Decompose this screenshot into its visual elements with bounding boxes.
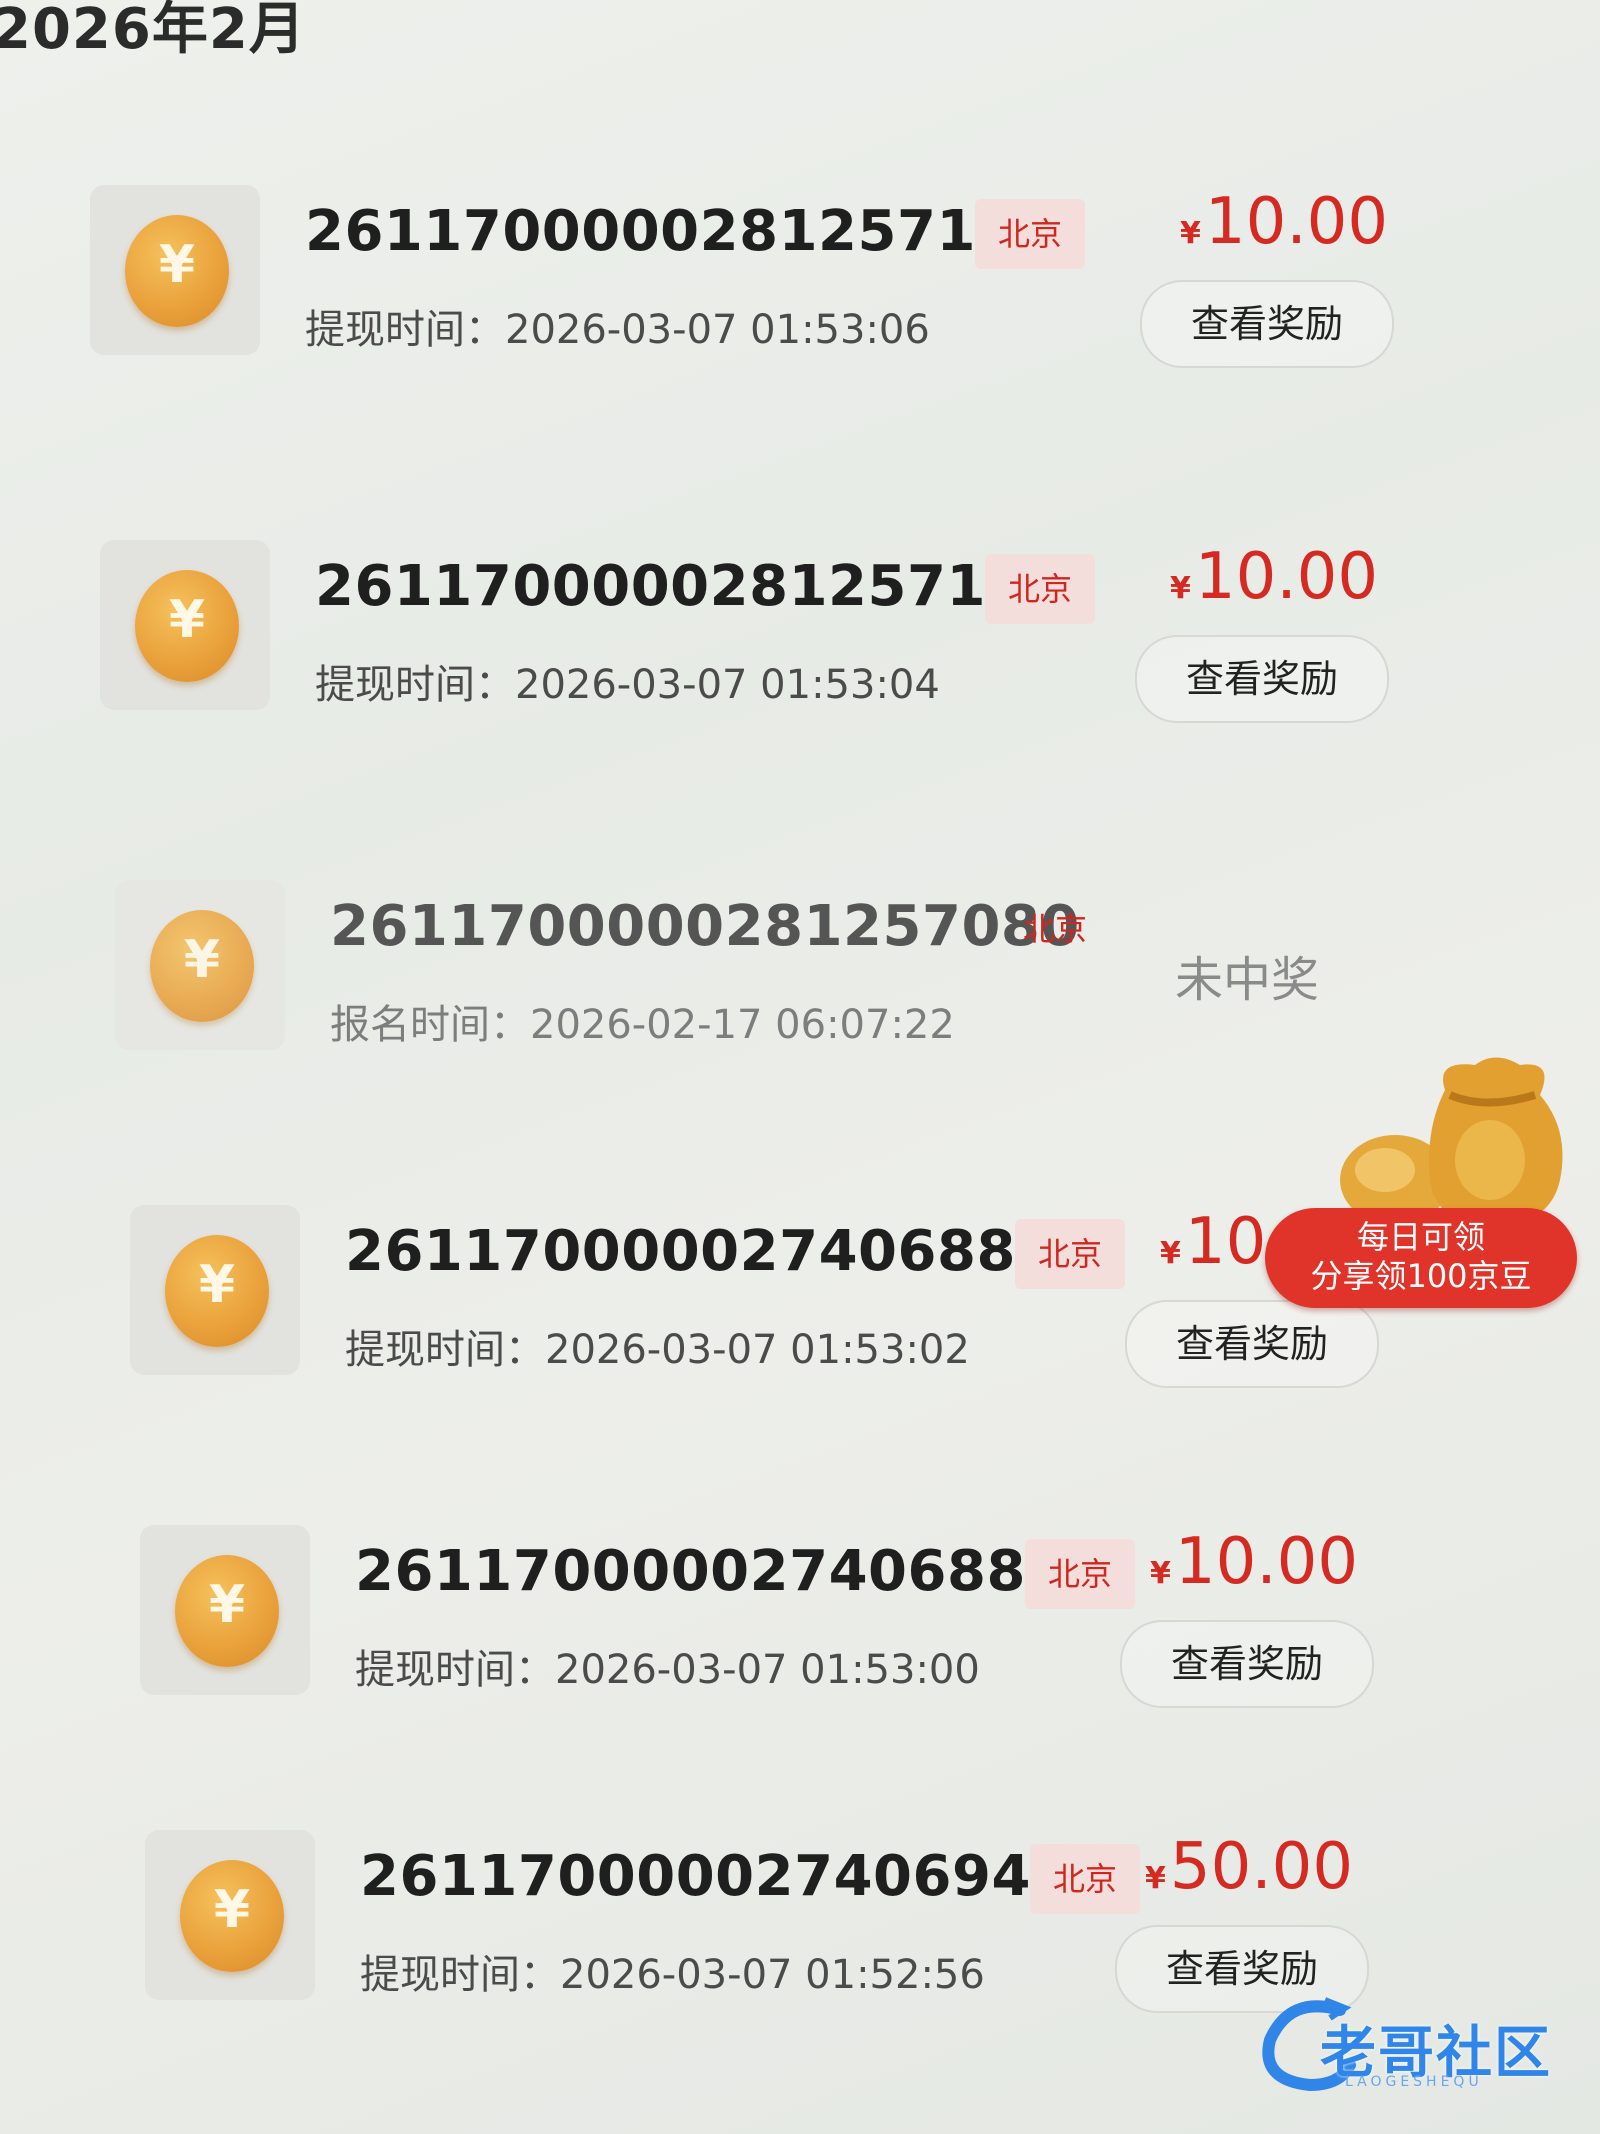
- city-tag: 北京: [1030, 1844, 1140, 1914]
- amount-value: 50.00: [1169, 1830, 1354, 1904]
- time-line: 报名时间：2026-02-17 06:07:22: [330, 992, 955, 1050]
- yuan-coin-icon: ¥: [150, 910, 254, 1022]
- order-id: 2611700000281257080: [330, 894, 1080, 959]
- amount: ¥10.00: [1170, 540, 1378, 614]
- coin-tile: ¥: [145, 1830, 315, 2000]
- time-label: 提现时间：: [355, 1647, 555, 1693]
- amount: ¥50.00: [1145, 1830, 1353, 1904]
- time-label: 报名时间：: [330, 1002, 530, 1048]
- not-won-status: 未中奖: [1175, 952, 1320, 1008]
- promo-badge[interactable]: 每日可领 分享领100京豆: [1265, 1208, 1577, 1308]
- yuan-coin-icon: ¥: [180, 1860, 284, 1972]
- currency-symbol: ¥: [1160, 1236, 1181, 1271]
- daily-reward-promo[interactable]: 每日可领 分享领100京豆: [1265, 1050, 1585, 1310]
- currency-symbol: ¥: [1145, 1861, 1166, 1896]
- time-value: 2026-03-07 01:53:00: [555, 1647, 980, 1693]
- time-value: 2026-03-07 01:52:56: [560, 1952, 985, 1998]
- yuan-coin-icon: ¥: [165, 1235, 269, 1347]
- watermark-subtext: LAOGESHEQU: [1345, 2074, 1483, 2090]
- promo-line-2: 分享领100京豆: [1310, 1257, 1532, 1295]
- promo-line-1: 每日可领: [1356, 1218, 1485, 1256]
- currency-symbol: ¥: [1150, 1556, 1171, 1591]
- amount-value: 10.00: [1194, 540, 1379, 614]
- time-value: 2026-03-07 01:53:06: [505, 307, 930, 353]
- city-tag: 北京: [1025, 1539, 1135, 1609]
- time-value: 2026-02-17 06:07:22: [530, 1002, 955, 1048]
- yuan-coin-icon: ¥: [125, 215, 229, 327]
- view-reward-button[interactable]: 查看奖励: [1140, 280, 1394, 368]
- amount-value: 10.00: [1174, 1525, 1359, 1599]
- yuan-coin-icon: ¥: [175, 1555, 279, 1667]
- order-id: 2611700000274068823: [355, 1539, 1105, 1604]
- city-tag: 北京: [1022, 910, 1087, 948]
- view-reward-button[interactable]: 查看奖励: [1125, 1300, 1379, 1388]
- time-label: 提现时间：: [360, 1952, 560, 1998]
- withdrawal-records-screen: 2026年2月 ¥ 2611700000281257157 北京 提现时间：20…: [0, 0, 1600, 2134]
- coin-tile: ¥: [140, 1525, 310, 1695]
- time-line: 提现时间：2026-03-07 01:53:06: [305, 297, 930, 355]
- amount: ¥10.00: [1180, 185, 1388, 259]
- city-tag: 北京: [1015, 1219, 1125, 1289]
- city-tag: 北京: [985, 554, 1095, 624]
- order-id: 2611700000281257157: [305, 199, 1055, 264]
- amount: ¥10.00: [1150, 1525, 1358, 1599]
- order-id: 2611700000281257135: [315, 554, 1065, 619]
- watermark: 老哥社区 LAOGESHEQU: [1250, 1990, 1590, 2100]
- city-tag: 北京: [975, 199, 1085, 269]
- coin-tile: ¥: [100, 540, 270, 710]
- time-line: 提现时间：2026-03-07 01:52:56: [360, 1942, 985, 2000]
- record-item[interactable]: ¥ 2611700000281257157 北京 提现时间：2026-03-07…: [90, 185, 1490, 385]
- yuan-coin-icon: ¥: [135, 570, 239, 682]
- time-label: 提现时间：: [305, 307, 505, 353]
- view-reward-button[interactable]: 查看奖励: [1120, 1620, 1374, 1708]
- time-label: 提现时间：: [315, 662, 515, 708]
- time-line: 提现时间：2026-03-07 01:53:04: [315, 652, 940, 710]
- time-label: 提现时间：: [345, 1327, 545, 1373]
- time-value: 2026-03-07 01:53:02: [545, 1327, 970, 1373]
- coin-tile: ¥: [130, 1205, 300, 1375]
- currency-symbol: ¥: [1170, 571, 1191, 606]
- time-line: 提现时间：2026-03-07 01:53:02: [345, 1317, 970, 1375]
- record-item[interactable]: ¥ 2611700000281257135 北京 提现时间：2026-03-07…: [100, 540, 1500, 740]
- month-header: 2026年2月: [0, 0, 306, 62]
- order-id: 2611700000274069447: [360, 1844, 1110, 1909]
- record-item[interactable]: ¥ 2611700000274068823 北京 提现时间：2026-03-07…: [140, 1525, 1540, 1725]
- coin-tile: ¥: [115, 880, 285, 1050]
- currency-symbol: ¥: [1180, 216, 1201, 251]
- amount-value: 10.00: [1204, 185, 1389, 259]
- money-bag-icon: [1340, 1057, 1563, 1225]
- coin-tile: ¥: [90, 185, 260, 355]
- time-value: 2026-03-07 01:53:04: [515, 662, 940, 708]
- view-reward-button[interactable]: 查看奖励: [1135, 635, 1389, 723]
- time-line: 提现时间：2026-03-07 01:53:00: [355, 1637, 980, 1695]
- order-id: 2611700000274068840: [345, 1219, 1095, 1284]
